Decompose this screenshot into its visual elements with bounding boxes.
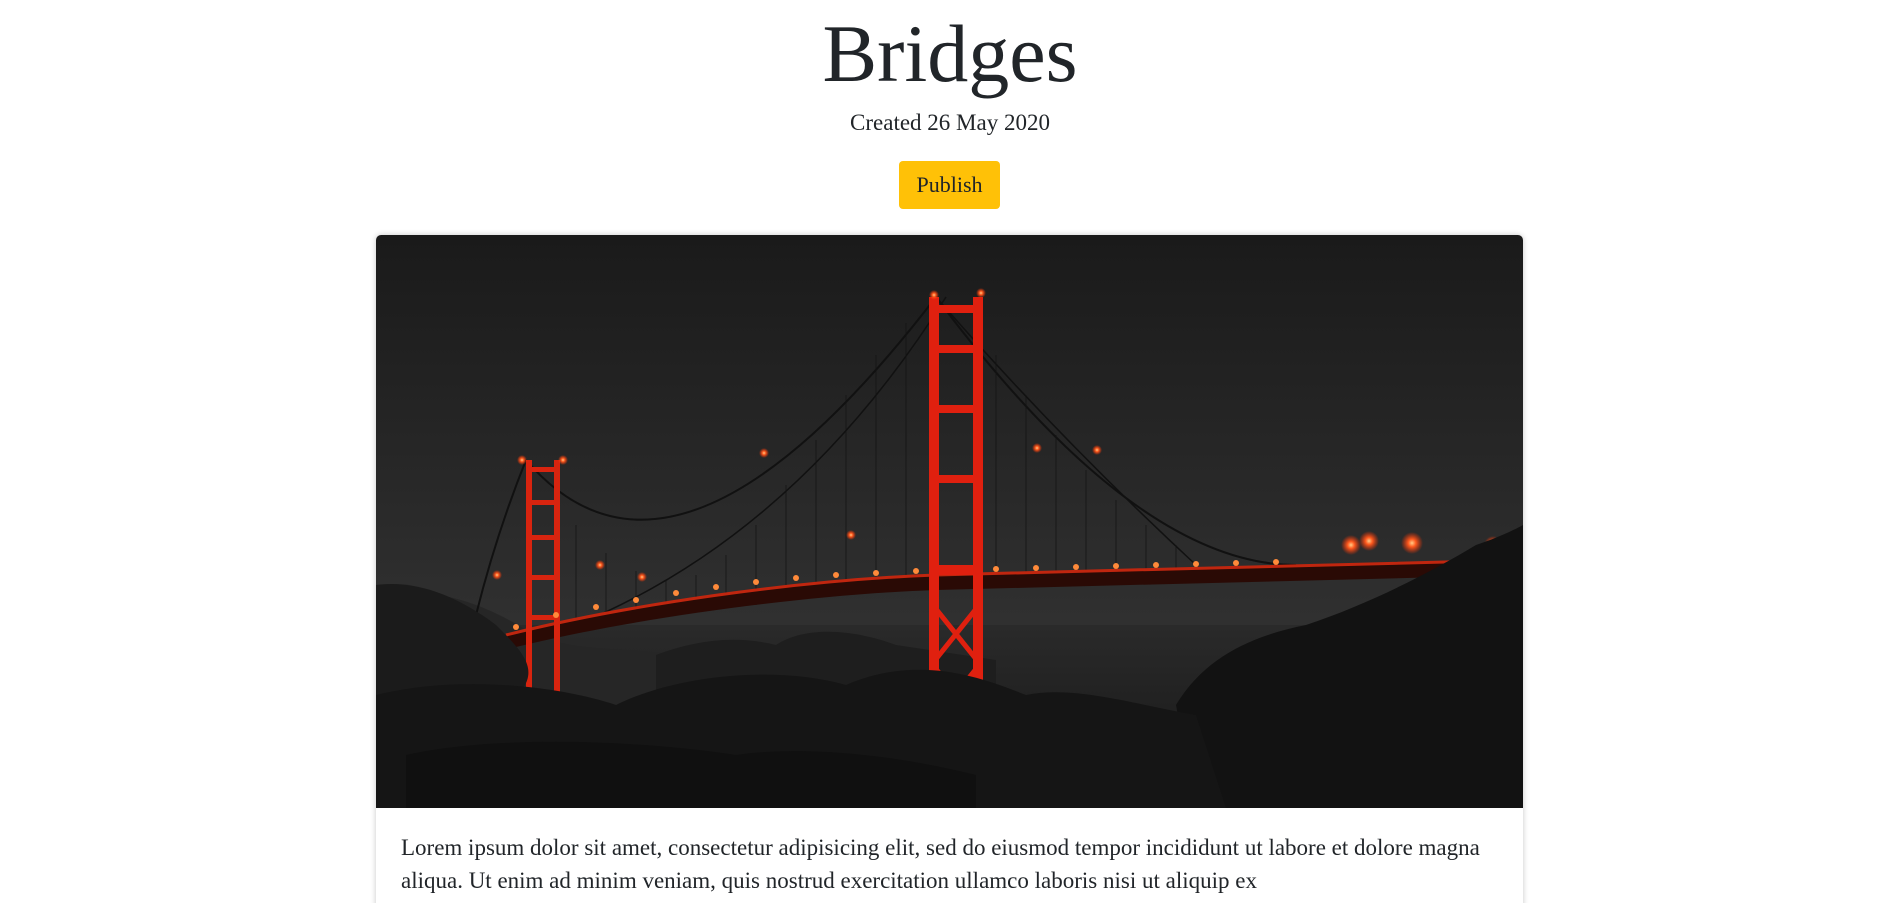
post-page: Bridges Created 26 May 2020 Publish Lore… (0, 0, 1900, 903)
post-image (376, 235, 1523, 808)
post-title: Bridges (822, 8, 1078, 99)
created-date: Created 26 May 2020 (850, 110, 1050, 135)
publish-button[interactable]: Publish (899, 161, 1000, 209)
post-body-text: Lorem ipsum dolor sit amet, consectetur … (401, 835, 1480, 893)
post-card: Lorem ipsum dolor sit amet, consectetur … (376, 235, 1523, 903)
